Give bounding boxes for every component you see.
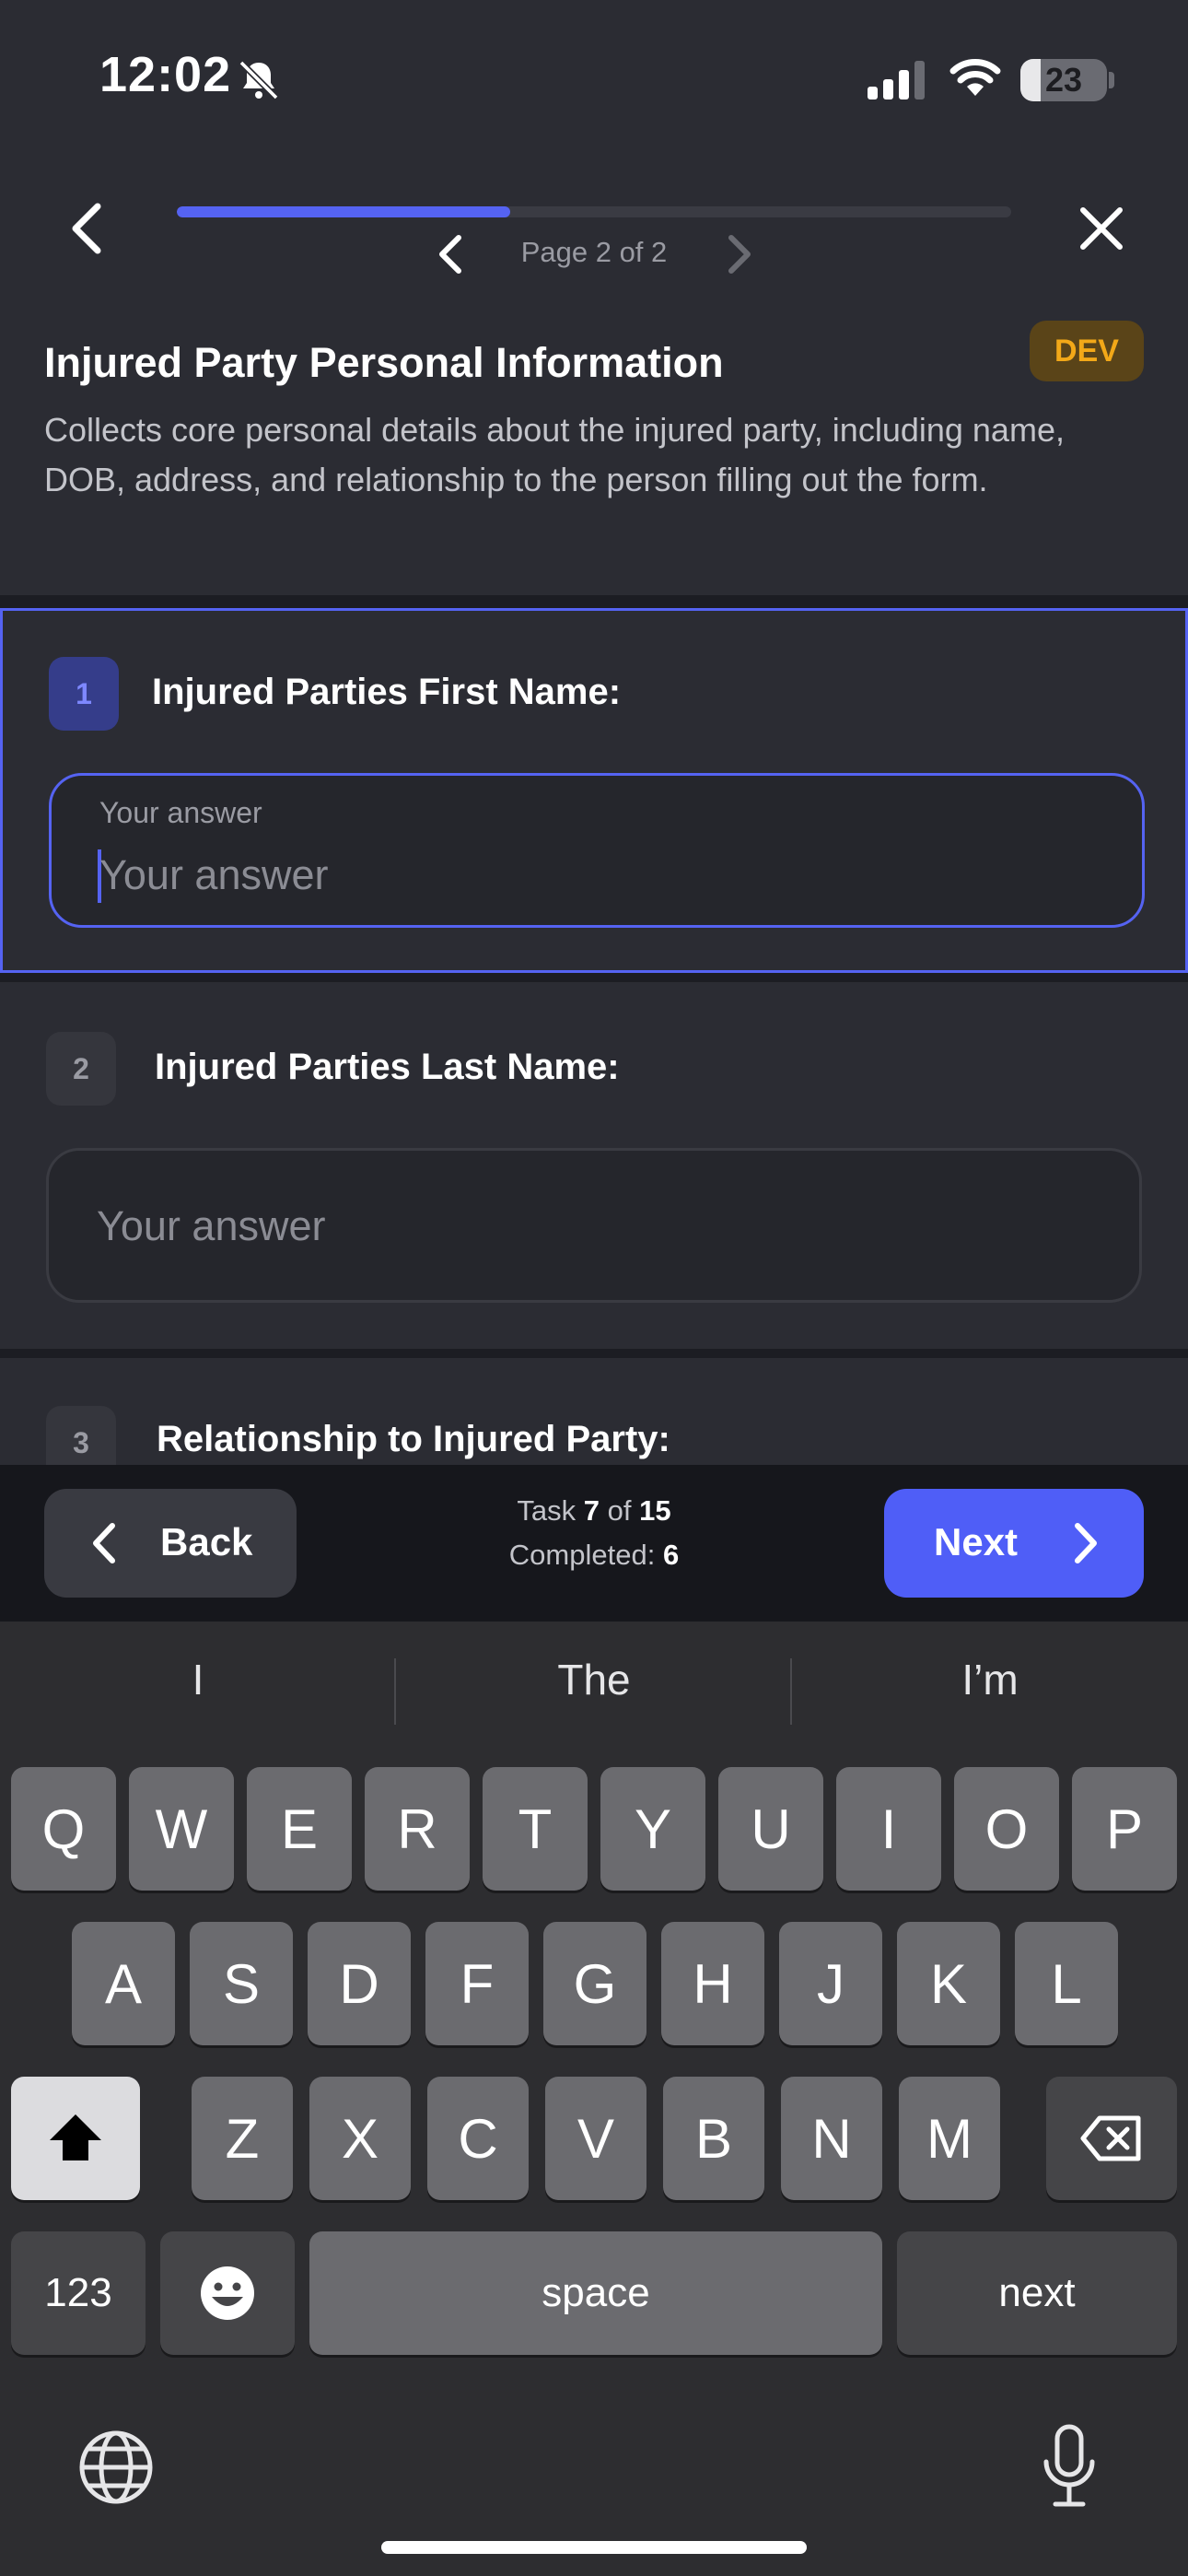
page-prev-chevron-icon[interactable] <box>433 232 470 276</box>
progress-fill <box>177 206 511 217</box>
suggestion-2[interactable]: The <box>396 1655 792 1704</box>
progress-bar <box>177 206 1011 217</box>
key-r[interactable]: R <box>365 1767 470 1891</box>
back-button[interactable]: Back <box>44 1489 297 1598</box>
question-card-last-name: 2 Injured Parties Last Name: Your answer <box>0 982 1188 1349</box>
back-button-label: Back <box>160 1520 253 1563</box>
question-label: Injured Parties First Name: <box>152 672 622 712</box>
key-w[interactable]: W <box>129 1767 234 1891</box>
return-next-key[interactable]: next <box>897 2231 1177 2355</box>
key-u[interactable]: U <box>718 1767 823 1891</box>
section-description: Collects core personal details about the… <box>44 411 1065 498</box>
microphone-icon[interactable] <box>1039 2423 1100 2510</box>
completed-count: 6 <box>662 1539 680 1571</box>
space-key[interactable]: space <box>309 2231 882 2355</box>
completed-label: Completed: <box>508 1539 656 1571</box>
key-x[interactable]: X <box>309 2077 411 2200</box>
key-s[interactable]: S <box>190 1922 293 2045</box>
dev-badge: DEV <box>1030 321 1144 381</box>
first-name-input[interactable]: Your answer Your answer <box>49 773 1145 928</box>
task-prefix: Task <box>517 1494 577 1527</box>
key-a[interactable]: A <box>72 1922 175 2045</box>
key-b[interactable]: B <box>663 2077 764 2200</box>
key-q[interactable]: Q <box>11 1767 116 1891</box>
key-p[interactable]: P <box>1072 1767 1177 1891</box>
task-current: 7 <box>583 1494 600 1527</box>
key-o[interactable]: O <box>954 1767 1059 1891</box>
key-g[interactable]: G <box>543 1922 646 2045</box>
task-counter: Task 7 of 15 Completed: 6 <box>442 1489 746 1577</box>
key-t[interactable]: T <box>483 1767 588 1891</box>
key-v[interactable]: V <box>545 2077 646 2200</box>
page-next-chevron-icon[interactable] <box>720 232 757 276</box>
question-number-badge: 3 <box>46 1406 116 1469</box>
last-name-input[interactable]: Your answer <box>46 1148 1142 1303</box>
suggestion-1[interactable]: I <box>0 1655 396 1704</box>
next-button-label: Next <box>934 1520 1019 1563</box>
globe-icon[interactable] <box>77 2429 155 2506</box>
backspace-key[interactable] <box>1046 2077 1177 2200</box>
next-button[interactable]: Next <box>884 1489 1144 1598</box>
divider <box>0 973 1188 982</box>
bell-slash-icon <box>239 60 279 100</box>
task-total: 15 <box>639 1494 671 1527</box>
question-number-badge: 1 <box>49 657 119 731</box>
question-card-relationship: 3 Relationship to Injured Party: <box>0 1358 1188 1469</box>
shift-key[interactable] <box>11 2077 140 2200</box>
page-indicator: Page 2 of 2 <box>520 236 668 268</box>
suggestion-3[interactable]: I’m <box>792 1655 1188 1704</box>
emoji-key[interactable] <box>160 2231 295 2355</box>
key-i[interactable]: I <box>836 1767 941 1891</box>
key-y[interactable]: Y <box>600 1767 705 1891</box>
divider <box>0 595 1188 608</box>
key-c[interactable]: C <box>427 2077 529 2200</box>
question-number-badge: 2 <box>46 1032 116 1106</box>
key-z[interactable]: Z <box>192 2077 293 2200</box>
input-floating-label: Your answer <box>99 796 262 829</box>
key-j[interactable]: J <box>779 1922 882 2045</box>
close-icon[interactable] <box>1074 201 1129 256</box>
battery-level: 23 <box>1044 61 1083 99</box>
section-title: Injured Party Personal Information <box>44 339 724 386</box>
input-placeholder: Your answer <box>99 851 329 898</box>
key-k[interactable]: K <box>897 1922 1000 2045</box>
task-of: of <box>607 1494 632 1527</box>
battery-nub <box>1109 72 1114 88</box>
key-l[interactable]: L <box>1015 1922 1118 2045</box>
home-indicator <box>381 2541 807 2554</box>
emoji-icon <box>201 2266 254 2320</box>
wifi-icon <box>949 59 1001 96</box>
key-f[interactable]: F <box>425 1922 529 2045</box>
question-label: Injured Parties Last Name: <box>155 1047 620 1087</box>
question-card-first-name: 1 Injured Parties First Name: Your answe… <box>0 608 1188 973</box>
key-e[interactable]: E <box>247 1767 352 1891</box>
back-chevron-icon[interactable] <box>61 201 112 256</box>
numbers-key[interactable]: 123 <box>11 2231 146 2355</box>
shift-icon <box>50 2114 101 2160</box>
backspace-icon <box>1080 2115 1141 2161</box>
battery-icon: 23 <box>1020 59 1107 101</box>
key-h[interactable]: H <box>661 1922 764 2045</box>
question-label: Relationship to Injured Party: <box>157 1419 670 1459</box>
key-m[interactable]: M <box>899 2077 1000 2200</box>
key-n[interactable]: N <box>781 2077 882 2200</box>
chevron-right-icon <box>1075 1523 1097 1563</box>
status-time: 12:02 <box>99 47 232 102</box>
chevron-left-icon <box>93 1523 115 1563</box>
input-placeholder: Your answer <box>97 1202 326 1249</box>
signal-icon <box>868 61 925 100</box>
key-d[interactable]: D <box>308 1922 411 2045</box>
